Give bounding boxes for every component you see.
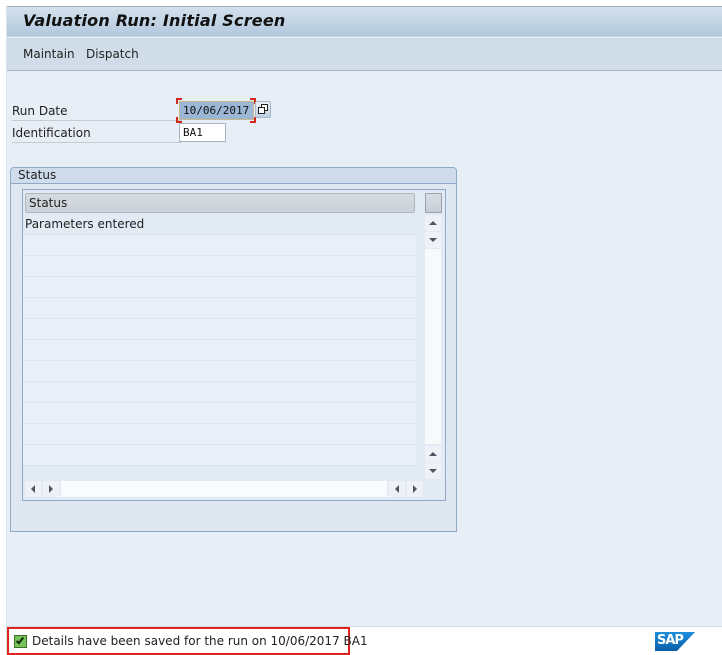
sap-window: Valuation Run: Initial Screen Maintain D…	[6, 6, 722, 655]
scroll-right-button[interactable]	[43, 481, 59, 497]
table-settings-button[interactable]	[425, 193, 442, 213]
success-check-icon	[14, 635, 27, 648]
arrow-down-icon	[429, 238, 437, 242]
column-header-status[interactable]: Status	[25, 193, 415, 213]
table-row[interactable]	[23, 256, 416, 277]
table-row[interactable]	[23, 382, 416, 403]
vertical-scroll-track[interactable]	[425, 249, 441, 444]
column-header-label: Status	[29, 196, 68, 210]
arrow-down-icon	[429, 469, 437, 473]
table-row[interactable]	[23, 445, 416, 466]
table-row[interactable]	[23, 424, 416, 445]
focus-corner	[250, 117, 256, 123]
arrow-up-icon	[429, 221, 437, 225]
scroll-down-button[interactable]	[425, 232, 441, 248]
dispatch-button[interactable]: Dispatch	[86, 47, 139, 61]
scroll-page-down-button[interactable]	[425, 463, 441, 479]
focus-corner	[176, 98, 182, 104]
arrow-left-icon	[31, 485, 35, 493]
table-row[interactable]: Parameters entered	[23, 214, 416, 235]
table-row[interactable]	[23, 319, 416, 340]
scroll-page-up-button[interactable]	[425, 446, 441, 462]
sap-logo: SAP	[655, 632, 695, 651]
identification-label: Identification	[12, 123, 182, 143]
status-message[interactable]: Details have been saved for the run on 1…	[7, 627, 368, 655]
status-bar: Details have been saved for the run on 1…	[7, 626, 722, 655]
vertical-scrollbar[interactable]	[425, 193, 442, 479]
title-bar: Valuation Run: Initial Screen	[7, 6, 722, 37]
arrow-up-icon	[429, 452, 437, 456]
table-row[interactable]	[23, 298, 416, 319]
application-toolbar: Maintain Dispatch	[7, 38, 722, 71]
run-date-input[interactable]: 10/06/2017	[179, 101, 254, 120]
status-table: Status Parameters entered	[22, 189, 446, 501]
status-groupbox: Status Status Parameters entered	[10, 167, 457, 532]
scroll-up-button[interactable]	[425, 215, 441, 231]
table-row[interactable]	[23, 340, 416, 361]
status-message-text: Details have been saved for the run on 1…	[32, 634, 368, 648]
table-row[interactable]	[23, 403, 416, 424]
table-row[interactable]	[23, 361, 416, 382]
identification-input[interactable]: BA1	[179, 123, 226, 142]
table-rows: Parameters entered	[23, 214, 416, 480]
arrow-right-icon	[49, 485, 53, 493]
arrow-left-icon	[395, 485, 399, 493]
scroll-left-end-button[interactable]	[389, 481, 405, 497]
screen-title: Valuation Run: Initial Screen	[23, 11, 286, 30]
table-row[interactable]	[23, 277, 416, 298]
maintain-button[interactable]: Maintain	[23, 47, 75, 61]
groupbox-header: Status	[11, 168, 456, 184]
horizontal-scrollbar[interactable]	[25, 481, 423, 497]
horizontal-scroll-track[interactable]	[61, 481, 387, 497]
arrow-right-icon	[413, 485, 417, 493]
value-help-icon[interactable]	[255, 101, 271, 118]
scroll-right-end-button[interactable]	[407, 481, 423, 497]
groupbox-title: Status	[18, 168, 57, 182]
run-date-label: Run Date	[12, 101, 182, 121]
table-row[interactable]	[23, 235, 416, 256]
scroll-left-button[interactable]	[25, 481, 41, 497]
sap-logo-text: SAP	[657, 633, 684, 648]
